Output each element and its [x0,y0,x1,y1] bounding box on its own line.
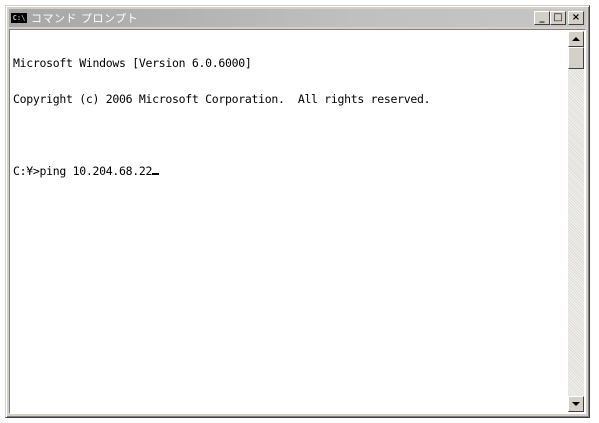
arrow-down-icon [572,402,580,406]
console-output[interactable]: Microsoft Windows [Version 6.0.6000] Cop… [11,31,568,412]
arrow-up-icon [572,37,580,41]
console-line: Copyright (c) 2006 Microsoft Corporation… [13,92,431,106]
title-bar[interactable]: C:\ コマンド プロンプト _ □ × [9,9,586,27]
scroll-down-button[interactable] [568,396,584,412]
close-button[interactable]: × [568,11,584,25]
text-cursor [152,173,160,175]
vertical-scrollbar[interactable] [568,31,584,412]
prompt-line[interactable]: C:¥>ping 10.204.68.22 [13,165,568,177]
window-controls: _ □ × [534,11,584,25]
console-frame: Microsoft Windows [Version 6.0.6000] Cop… [9,29,586,414]
window-title: コマンド プロンプト [31,12,139,25]
scrollbar-thumb[interactable] [568,47,584,69]
maximize-button[interactable]: □ [550,11,566,25]
console-line: Microsoft Windows [Version 6.0.6000] [13,56,252,70]
minimize-button[interactable]: _ [534,11,550,25]
command-prompt-window: C:\ コマンド プロンプト _ □ × Microsoft Windows [… [5,5,590,418]
prompt-text: C:¥>ping 10.204.68.22 [13,164,153,178]
console-icon[interactable]: C:\ [11,13,27,23]
scroll-up-button[interactable] [568,31,584,47]
